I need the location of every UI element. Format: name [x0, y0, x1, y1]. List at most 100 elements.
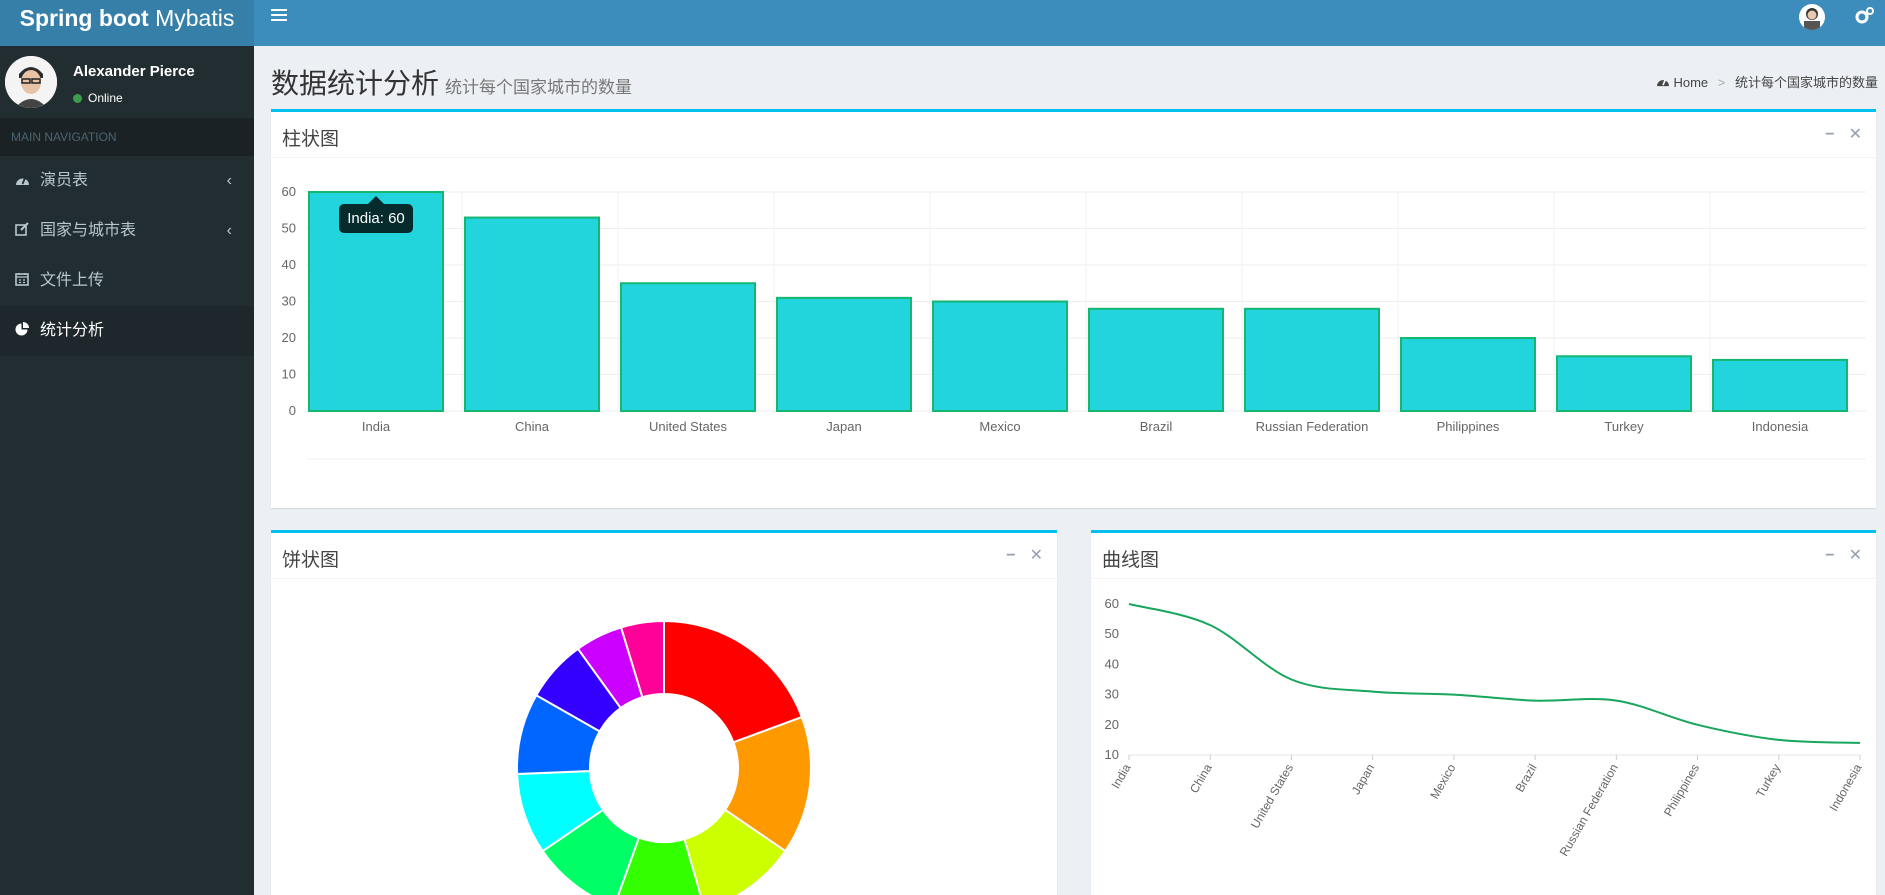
- x-tick-label: Philippines: [1437, 419, 1500, 434]
- x-tick-label: Brazil: [1140, 419, 1173, 434]
- user-status-label: Online: [88, 91, 123, 105]
- x-tick-label: Turkey: [1604, 419, 1644, 434]
- breadcrumb-separator: >: [1717, 75, 1726, 90]
- user-panel: Alexander Pierce Online: [0, 46, 254, 118]
- collapse-icon[interactable]: −: [1006, 547, 1015, 564]
- breadcrumb-home-link[interactable]: Home: [1673, 75, 1708, 90]
- sidebar-item-label: 演员表: [40, 172, 89, 189]
- x-tick-label: Russian Federation: [1256, 419, 1369, 434]
- x-tick-label: Indonesia: [1826, 761, 1864, 813]
- sidebar-item-label: 文件上传: [40, 272, 105, 289]
- x-tick-label: Mexico: [979, 419, 1020, 434]
- calendar-icon: [13, 256, 31, 306]
- x-tick-label: Philippines: [1661, 762, 1702, 819]
- sidebar: Alexander Pierce Online MAIN NAVIGATION …: [0, 46, 254, 895]
- collapse-icon[interactable]: −: [1825, 126, 1834, 143]
- user-status[interactable]: Online: [73, 91, 123, 105]
- y-tick-label: 60: [282, 184, 296, 199]
- y-tick-label: 20: [282, 330, 296, 345]
- user-avatar: [5, 56, 57, 108]
- close-icon[interactable]: ✕: [1849, 126, 1862, 143]
- x-tick-label: United States: [1248, 762, 1296, 831]
- box-header: 曲线图 − ✕: [1091, 533, 1876, 579]
- bar: [620, 282, 756, 412]
- bar: [1244, 307, 1380, 412]
- dashboard-icon: [13, 156, 31, 206]
- x-tick-label: United States: [649, 419, 728, 434]
- collapse-icon[interactable]: −: [1825, 547, 1834, 564]
- top-navbar: [254, 0, 1885, 46]
- y-tick-label: 30: [1105, 687, 1119, 702]
- box-title: 柱状图: [282, 129, 340, 150]
- x-tick-label: Mexico: [1427, 761, 1458, 801]
- breadcrumb: Home > 统计每个国家城市的数量: [1656, 72, 1878, 91]
- close-icon[interactable]: ✕: [1030, 547, 1043, 564]
- breadcrumb-current: 统计每个国家城市的数量: [1734, 75, 1878, 90]
- bar: [776, 296, 912, 413]
- edit-icon: [13, 206, 31, 256]
- y-tick-label: 50: [282, 221, 296, 236]
- box-title: 曲线图: [1102, 550, 1160, 571]
- bar: [932, 300, 1068, 412]
- bar: [464, 216, 600, 412]
- pie-chart-icon: [13, 306, 31, 356]
- bar: [1088, 307, 1224, 412]
- y-tick-label: 10: [282, 367, 296, 382]
- y-tick-label: 20: [1105, 717, 1119, 732]
- x-tick-label: Japan: [1349, 762, 1377, 797]
- y-tick-label: 40: [282, 257, 296, 272]
- x-tick-label: Brazil: [1513, 762, 1540, 795]
- logo-light: Mybatis: [155, 5, 235, 31]
- user-menu-avatar[interactable]: [1799, 4, 1825, 30]
- app-logo[interactable]: Spring boot Mybatis: [0, 0, 254, 46]
- y-tick-label: 40: [1105, 656, 1119, 671]
- menu-toggle-icon[interactable]: [271, 9, 287, 23]
- sidebar-item-file-upload[interactable]: 文件上传: [0, 256, 254, 306]
- y-tick-label: 30: [282, 294, 296, 309]
- settings-gears-icon[interactable]: [1855, 6, 1875, 27]
- x-tick-label: India: [362, 419, 391, 434]
- sidebar-item-label: 国家与城市表: [40, 222, 137, 239]
- chevron-left-icon: ‹: [226, 222, 232, 239]
- x-tick-label: India: [1108, 761, 1133, 791]
- box-tools: − ✕: [1811, 545, 1862, 565]
- line-chart-box: 曲线图 − ✕ 10 20 30 40 50 60 India China United Stat…: [1091, 530, 1876, 895]
- close-icon[interactable]: ✕: [1849, 547, 1862, 564]
- x-tick-label: China: [1187, 761, 1215, 795]
- nav-header: MAIN NAVIGATION: [0, 118, 254, 156]
- box-tools: − ✕: [992, 545, 1043, 565]
- line-series: [1128, 603, 1861, 744]
- box-tools: − ✕: [1811, 124, 1862, 144]
- line-chart: 10 20 30 40 50 60 India China United States Japan…: [1105, 596, 1865, 859]
- x-tick-label: Russian Federation: [1557, 762, 1621, 859]
- bar: [1400, 337, 1536, 412]
- sidebar-item-actors[interactable]: 演员表 ‹: [0, 156, 254, 206]
- bar-chart-box: 柱状图 − ✕ 0 10 20 30 40 50 60 India China United Sta…: [271, 109, 1876, 508]
- pie-chart-box: 饼状图 − ✕: [271, 530, 1057, 895]
- page-title: 数据统计分析: [271, 68, 440, 99]
- page-subtitle: 统计每个国家城市的数量: [445, 78, 632, 97]
- chevron-left-icon: ‹: [226, 172, 232, 189]
- donut-chart: [516, 619, 812, 895]
- sidebar-item-country-city[interactable]: 国家与城市表 ‹: [0, 206, 254, 256]
- dashboard-icon: [1656, 75, 1674, 90]
- user-name: Alexander Pierce: [73, 63, 195, 80]
- bar-chart: 0 10 20 30 40 50 60 India China United States Japa…: [282, 184, 1866, 460]
- online-dot-icon: [73, 94, 82, 103]
- tooltip-text: India: 60: [347, 210, 405, 227]
- bar: [1712, 358, 1848, 412]
- x-tick-label: Turkey: [1753, 762, 1783, 800]
- y-tick-label: 10: [1105, 747, 1119, 762]
- bar: [1556, 355, 1692, 412]
- box-header: 柱状图 − ✕: [271, 112, 1876, 158]
- y-tick-label: 60: [1105, 596, 1119, 611]
- box-title: 饼状图: [282, 550, 340, 571]
- x-tick-label: Japan: [826, 419, 861, 434]
- x-tick-label: China: [515, 419, 550, 434]
- box-header: 饼状图 − ✕: [271, 533, 1057, 579]
- y-tick-label: 50: [1105, 626, 1119, 641]
- sidebar-item-statistics[interactable]: 统计分析: [0, 306, 254, 356]
- logo-bold: Spring boot: [19, 5, 149, 31]
- y-tick-label: 0: [289, 403, 296, 418]
- x-tick-label: Indonesia: [1752, 419, 1809, 434]
